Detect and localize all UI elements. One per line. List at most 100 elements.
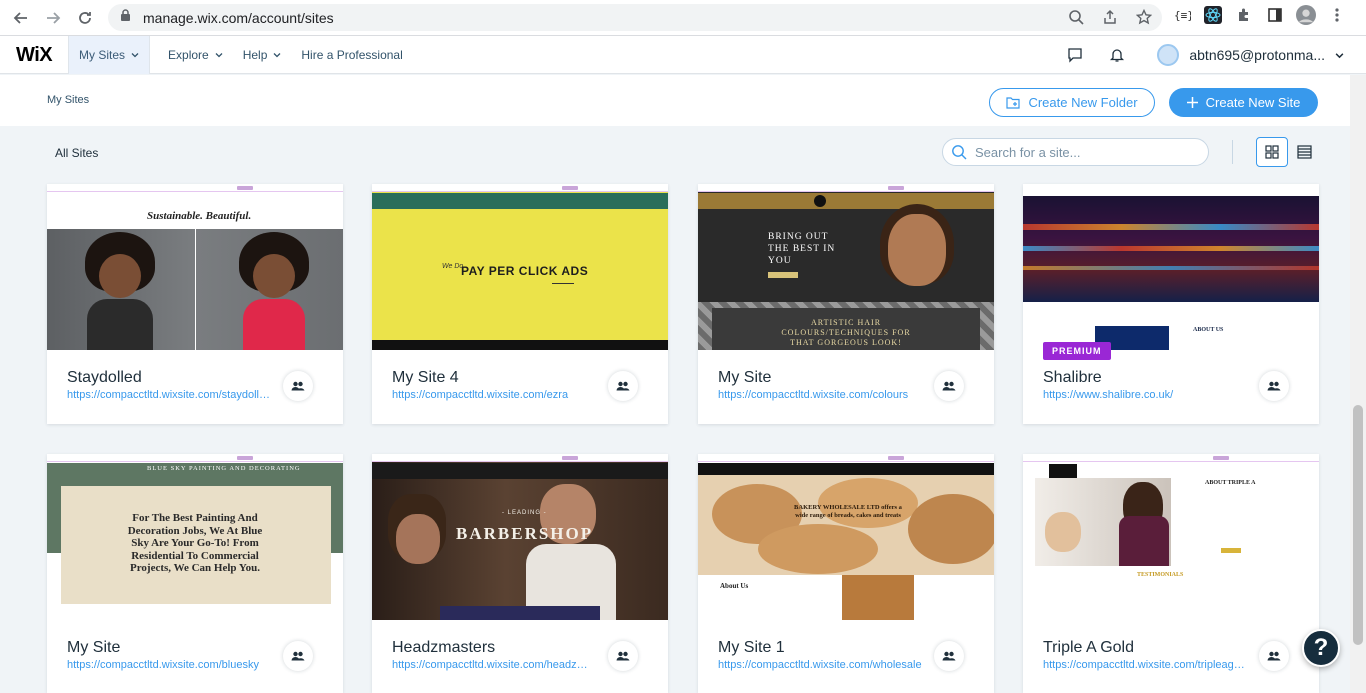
menu-explore[interactable]: Explore <box>158 36 233 74</box>
collaborators-button[interactable] <box>283 371 313 401</box>
help-button[interactable]: ? <box>1302 629 1340 667</box>
site-thumbnail[interactable]: ABOUT US <box>1023 184 1319 350</box>
notifications-bell-icon[interactable] <box>1107 45 1127 65</box>
folder-plus-icon <box>1006 96 1021 109</box>
extension-braces-icon[interactable]: {≡} <box>1172 5 1192 25</box>
site-thumbnail[interactable]: BRING OUT THE BEST IN YOU ARTISTIC HAIR C… <box>698 184 994 350</box>
lock-icon <box>120 8 131 27</box>
thumbnail-banner <box>47 184 343 192</box>
site-thumbnail[interactable]: Sustainable. Beautiful. <box>47 184 343 350</box>
site-card[interactable]: BRING OUT THE BEST IN YOU ARTISTIC HAIR C… <box>698 184 994 424</box>
thumbnail-text: For The Best Painting And Decoration Job… <box>127 512 263 574</box>
search-icon <box>952 145 967 160</box>
create-new-site-button[interactable]: Create New Site <box>1169 88 1318 117</box>
site-name[interactable]: Shalibre <box>1043 369 1102 387</box>
bookmark-star-icon[interactable] <box>1134 7 1154 27</box>
site-url[interactable]: https://compacctltd.wixsite.com/ezra <box>392 389 596 401</box>
scrollbar-thumb[interactable] <box>1353 405 1363 645</box>
site-url[interactable]: https://compacctltd.wixsite.com/wholesal… <box>718 659 922 671</box>
collaborators-button[interactable] <box>934 371 964 401</box>
site-thumbnail[interactable]: BAKERY WHOLESALE LTD offers a wide range… <box>698 454 994 620</box>
thumbnail-text: About Us <box>720 582 749 590</box>
search-input[interactable] <box>975 144 1195 160</box>
grid-view-button[interactable] <box>1256 137 1288 167</box>
site-card[interactable]: We Do PAY PER CLICK ADS My Site 4 https:… <box>372 184 668 424</box>
thumbnail-banner <box>372 184 668 192</box>
site-info: PREMIUM Shalibre https://www.shalibre.co… <box>1023 342 1319 424</box>
page-scrollbar[interactable] <box>1350 75 1366 693</box>
search-box[interactable] <box>942 138 1209 166</box>
reload-icon[interactable] <box>74 7 96 29</box>
site-card[interactable]: Sustainable. Beautiful. Staydolled https… <box>47 184 343 424</box>
site-name[interactable]: Staydolled <box>67 369 142 387</box>
collaborators-button[interactable] <box>1259 641 1289 671</box>
site-url[interactable]: https://compacctltd.wixsite.com/tripleag… <box>1043 659 1247 671</box>
site-card[interactable]: BLUE SKY PAINTING AND DECORATING For The… <box>47 454 343 693</box>
collaborators-button[interactable] <box>283 641 313 671</box>
site-info: Triple A Gold https://compacctltd.wixsit… <box>1023 620 1319 693</box>
site-name[interactable]: My Site 1 <box>718 639 785 657</box>
list-icon <box>1296 145 1312 159</box>
site-url[interactable]: https://compacctltd.wixsite.com/bluesky <box>67 659 271 671</box>
chevron-down-icon <box>215 53 223 58</box>
breadcrumb[interactable]: My Sites <box>47 94 89 106</box>
address-bar[interactable]: manage.wix.com/account/sites <box>108 4 1162 31</box>
site-info: My Site https://compacctltd.wixsite.com/… <box>47 620 343 693</box>
all-sites-label[interactable]: All Sites <box>55 146 98 160</box>
chevron-down-icon[interactable] <box>1335 51 1344 60</box>
site-thumbnail[interactable]: We Do PAY PER CLICK ADS <box>372 184 668 350</box>
create-new-folder-button[interactable]: Create New Folder <box>989 88 1155 117</box>
site-url[interactable]: https://www.shalibre.co.uk/ <box>1043 389 1247 401</box>
plus-icon <box>1186 97 1198 108</box>
menu-label: Hire a Professional <box>301 48 403 62</box>
premium-badge: PREMIUM <box>1043 342 1111 360</box>
site-card[interactable]: ABOUT US PREMIUM Shalibre https://www.sh… <box>1023 184 1319 424</box>
thumbnail-text: BARBERSHOP <box>456 524 594 543</box>
collaborators-button[interactable] <box>1259 371 1289 401</box>
site-info: My Site 4 https://compacctltd.wixsite.co… <box>372 350 668 424</box>
chevron-down-icon <box>131 53 139 58</box>
profile-avatar-icon[interactable] <box>1296 5 1316 25</box>
site-thumbnail[interactable]: BARBERSHOP - LEADING - <box>372 454 668 620</box>
back-icon[interactable] <box>10 7 32 29</box>
site-thumbnail[interactable]: BLUE SKY PAINTING AND DECORATING For The… <box>47 454 343 620</box>
collaborators-button[interactable] <box>608 641 638 671</box>
site-name[interactable]: Headzmasters <box>392 639 495 657</box>
forward-icon[interactable] <box>42 7 64 29</box>
site-url[interactable]: https://compacctltd.wixsite.com/colours <box>718 389 922 401</box>
people-icon <box>1267 651 1281 661</box>
site-name[interactable]: My Site <box>718 369 771 387</box>
extensions-puzzle-icon[interactable] <box>1234 5 1254 25</box>
user-avatar[interactable] <box>1157 44 1180 66</box>
list-view-button[interactable] <box>1290 137 1318 167</box>
site-card[interactable]: BARBERSHOP - LEADING - Headzmasters http… <box>372 454 668 693</box>
thumbnail-text: BRING OUT THE BEST IN YOU <box>768 232 836 266</box>
divider <box>1232 140 1233 164</box>
user-email[interactable]: abtn695@protonma... <box>1189 47 1325 63</box>
site-name[interactable]: My Site 4 <box>392 369 459 387</box>
svg-text:{≡}: {≡} <box>1174 9 1191 22</box>
extension-react-icon[interactable] <box>1203 5 1223 25</box>
browser-menu-icon[interactable] <box>1327 5 1347 25</box>
collaborators-button[interactable] <box>608 371 638 401</box>
menu-help[interactable]: Help <box>233 36 292 74</box>
collaborators-button[interactable] <box>934 641 964 671</box>
site-url[interactable]: https://compacctltd.wixsite.com/staydoll… <box>67 389 271 401</box>
top-menu: My Sites Explore Help Hire a Professiona… <box>68 36 413 74</box>
site-url[interactable]: https://compacctltd.wixsite.com/headzmas… <box>392 659 596 671</box>
site-name[interactable]: Triple A Gold <box>1043 639 1134 657</box>
site-name[interactable]: My Site <box>67 639 120 657</box>
people-icon <box>942 381 956 391</box>
share-page-icon[interactable] <box>1100 7 1120 27</box>
side-panel-icon[interactable] <box>1265 5 1285 25</box>
site-info: My Site https://compacctltd.wixsite.com/… <box>698 350 994 424</box>
zoom-icon[interactable] <box>1066 7 1086 27</box>
site-card[interactable]: ABOUT TRIPLE A TESTIMONIALS Triple A Gol… <box>1023 454 1319 693</box>
site-thumbnail[interactable]: ABOUT TRIPLE A TESTIMONIALS <box>1023 454 1319 620</box>
thumbnail-text: Sustainable. Beautiful. <box>147 210 252 222</box>
menu-my-sites[interactable]: My Sites <box>68 36 151 74</box>
site-card[interactable]: BAKERY WHOLESALE LTD offers a wide range… <box>698 454 994 693</box>
chat-icon[interactable] <box>1065 45 1085 65</box>
menu-hire-professional[interactable]: Hire a Professional <box>291 36 412 74</box>
wix-logo[interactable]: WiX <box>16 44 53 67</box>
